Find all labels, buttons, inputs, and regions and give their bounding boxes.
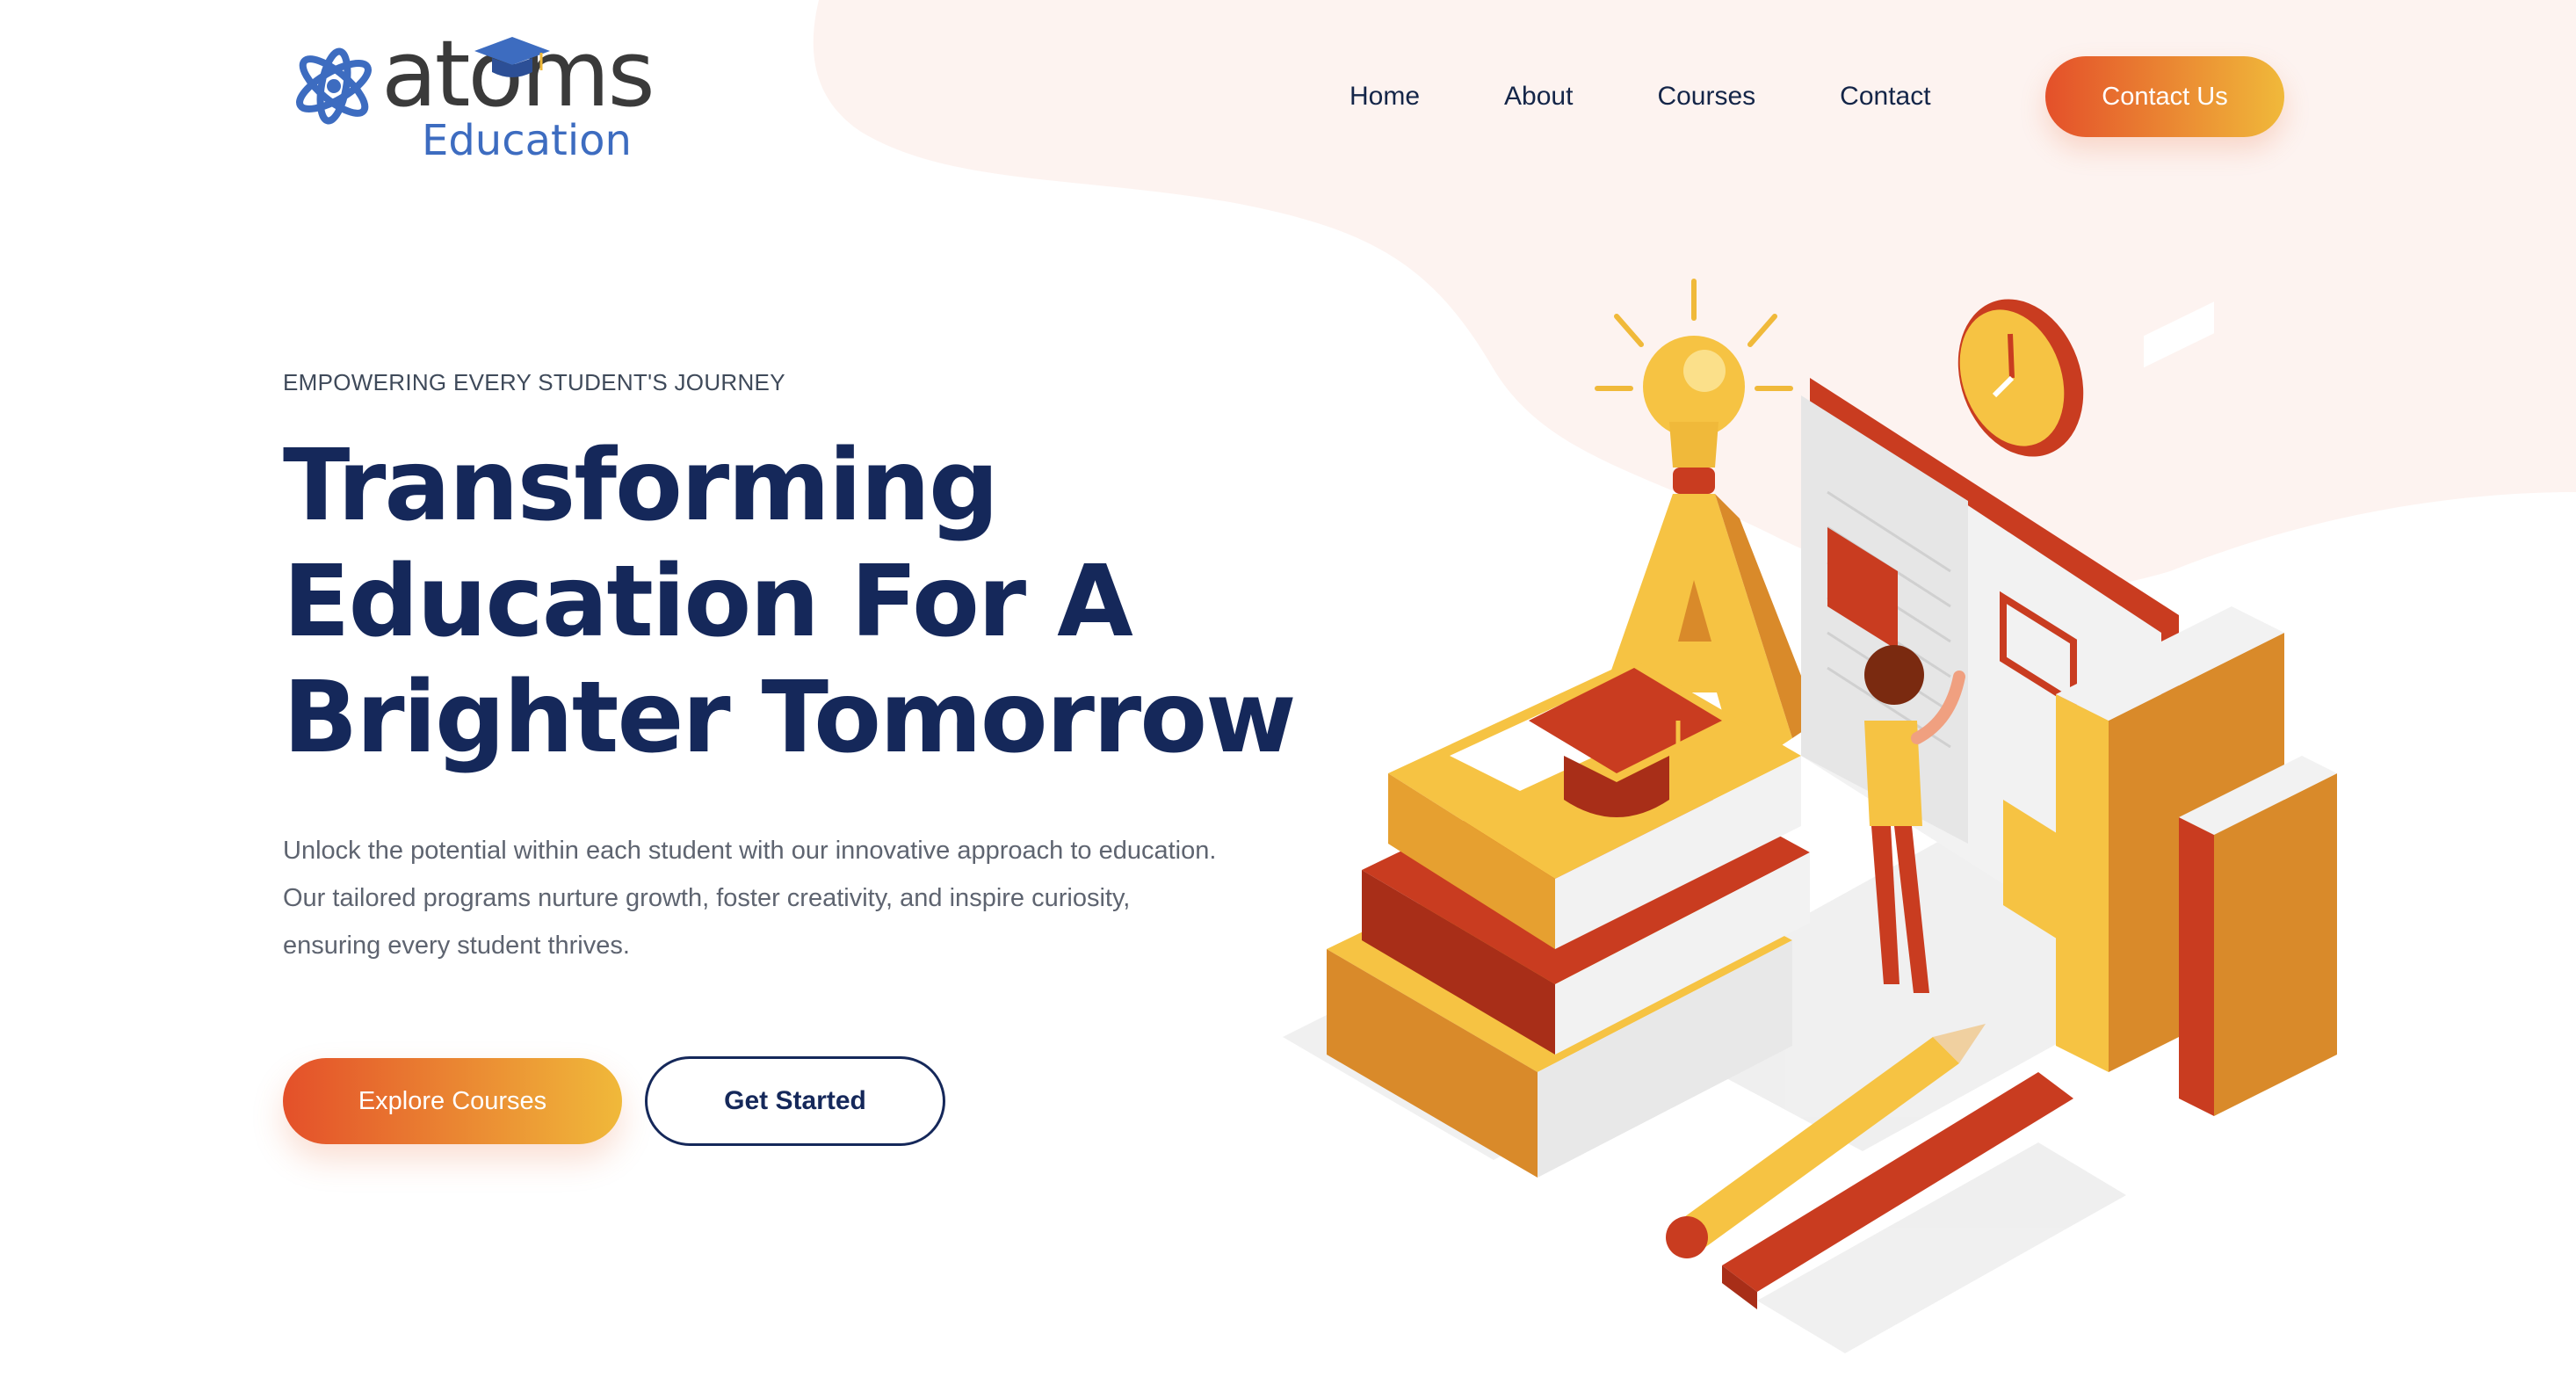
hero-section: EMPOWERING EVERY STUDENT'S JOURNEY Trans… xyxy=(283,369,1337,969)
nav-courses-link[interactable]: Courses xyxy=(1657,79,1755,114)
hero-title-line-2: Education For A xyxy=(283,545,1133,659)
logo-subtitle: Education xyxy=(422,116,632,165)
hero-title: Transforming Education For A Brighter To… xyxy=(283,428,1337,776)
get-started-button[interactable]: Get Started xyxy=(645,1056,945,1146)
site-header: atoms Education Home About Courses Conta… xyxy=(0,0,2576,193)
hero-eyebrow: EMPOWERING EVERY STUDENT'S JOURNEY xyxy=(283,369,785,395)
brand-logo[interactable]: atoms Education xyxy=(290,28,659,167)
nav-contact-link[interactable]: Contact xyxy=(1840,79,1930,114)
explore-courses-button[interactable]: Explore Courses xyxy=(283,1058,622,1144)
hero-description-line-3: ensuring every student thrives. xyxy=(283,932,630,960)
graduation-cap-icon xyxy=(474,37,550,77)
isometric-education-illustration xyxy=(1283,279,2337,1353)
nav-home-link[interactable]: Home xyxy=(1350,79,1420,114)
hero-description: Unlock the potential within each student… xyxy=(283,827,1320,969)
binders-icon xyxy=(2056,301,2337,1116)
atom-logo-icon xyxy=(296,47,372,125)
nav-about-link[interactable]: About xyxy=(1504,79,1573,114)
hero-title-line-3: Brighter Tomorrow xyxy=(283,661,1297,775)
hero-title-line-1: Transforming xyxy=(283,429,999,543)
contact-us-button[interactable]: Contact Us xyxy=(2045,56,2284,137)
lightbulb-icon xyxy=(1595,279,1793,494)
hero-description-line-2: Our tailored programs nurture growth, fo… xyxy=(283,884,1131,912)
clock-icon xyxy=(1957,299,2084,457)
main-nav: Home About Courses Contact xyxy=(1350,79,2015,114)
hero-description-line-1: Unlock the potential within each student… xyxy=(283,837,1217,865)
